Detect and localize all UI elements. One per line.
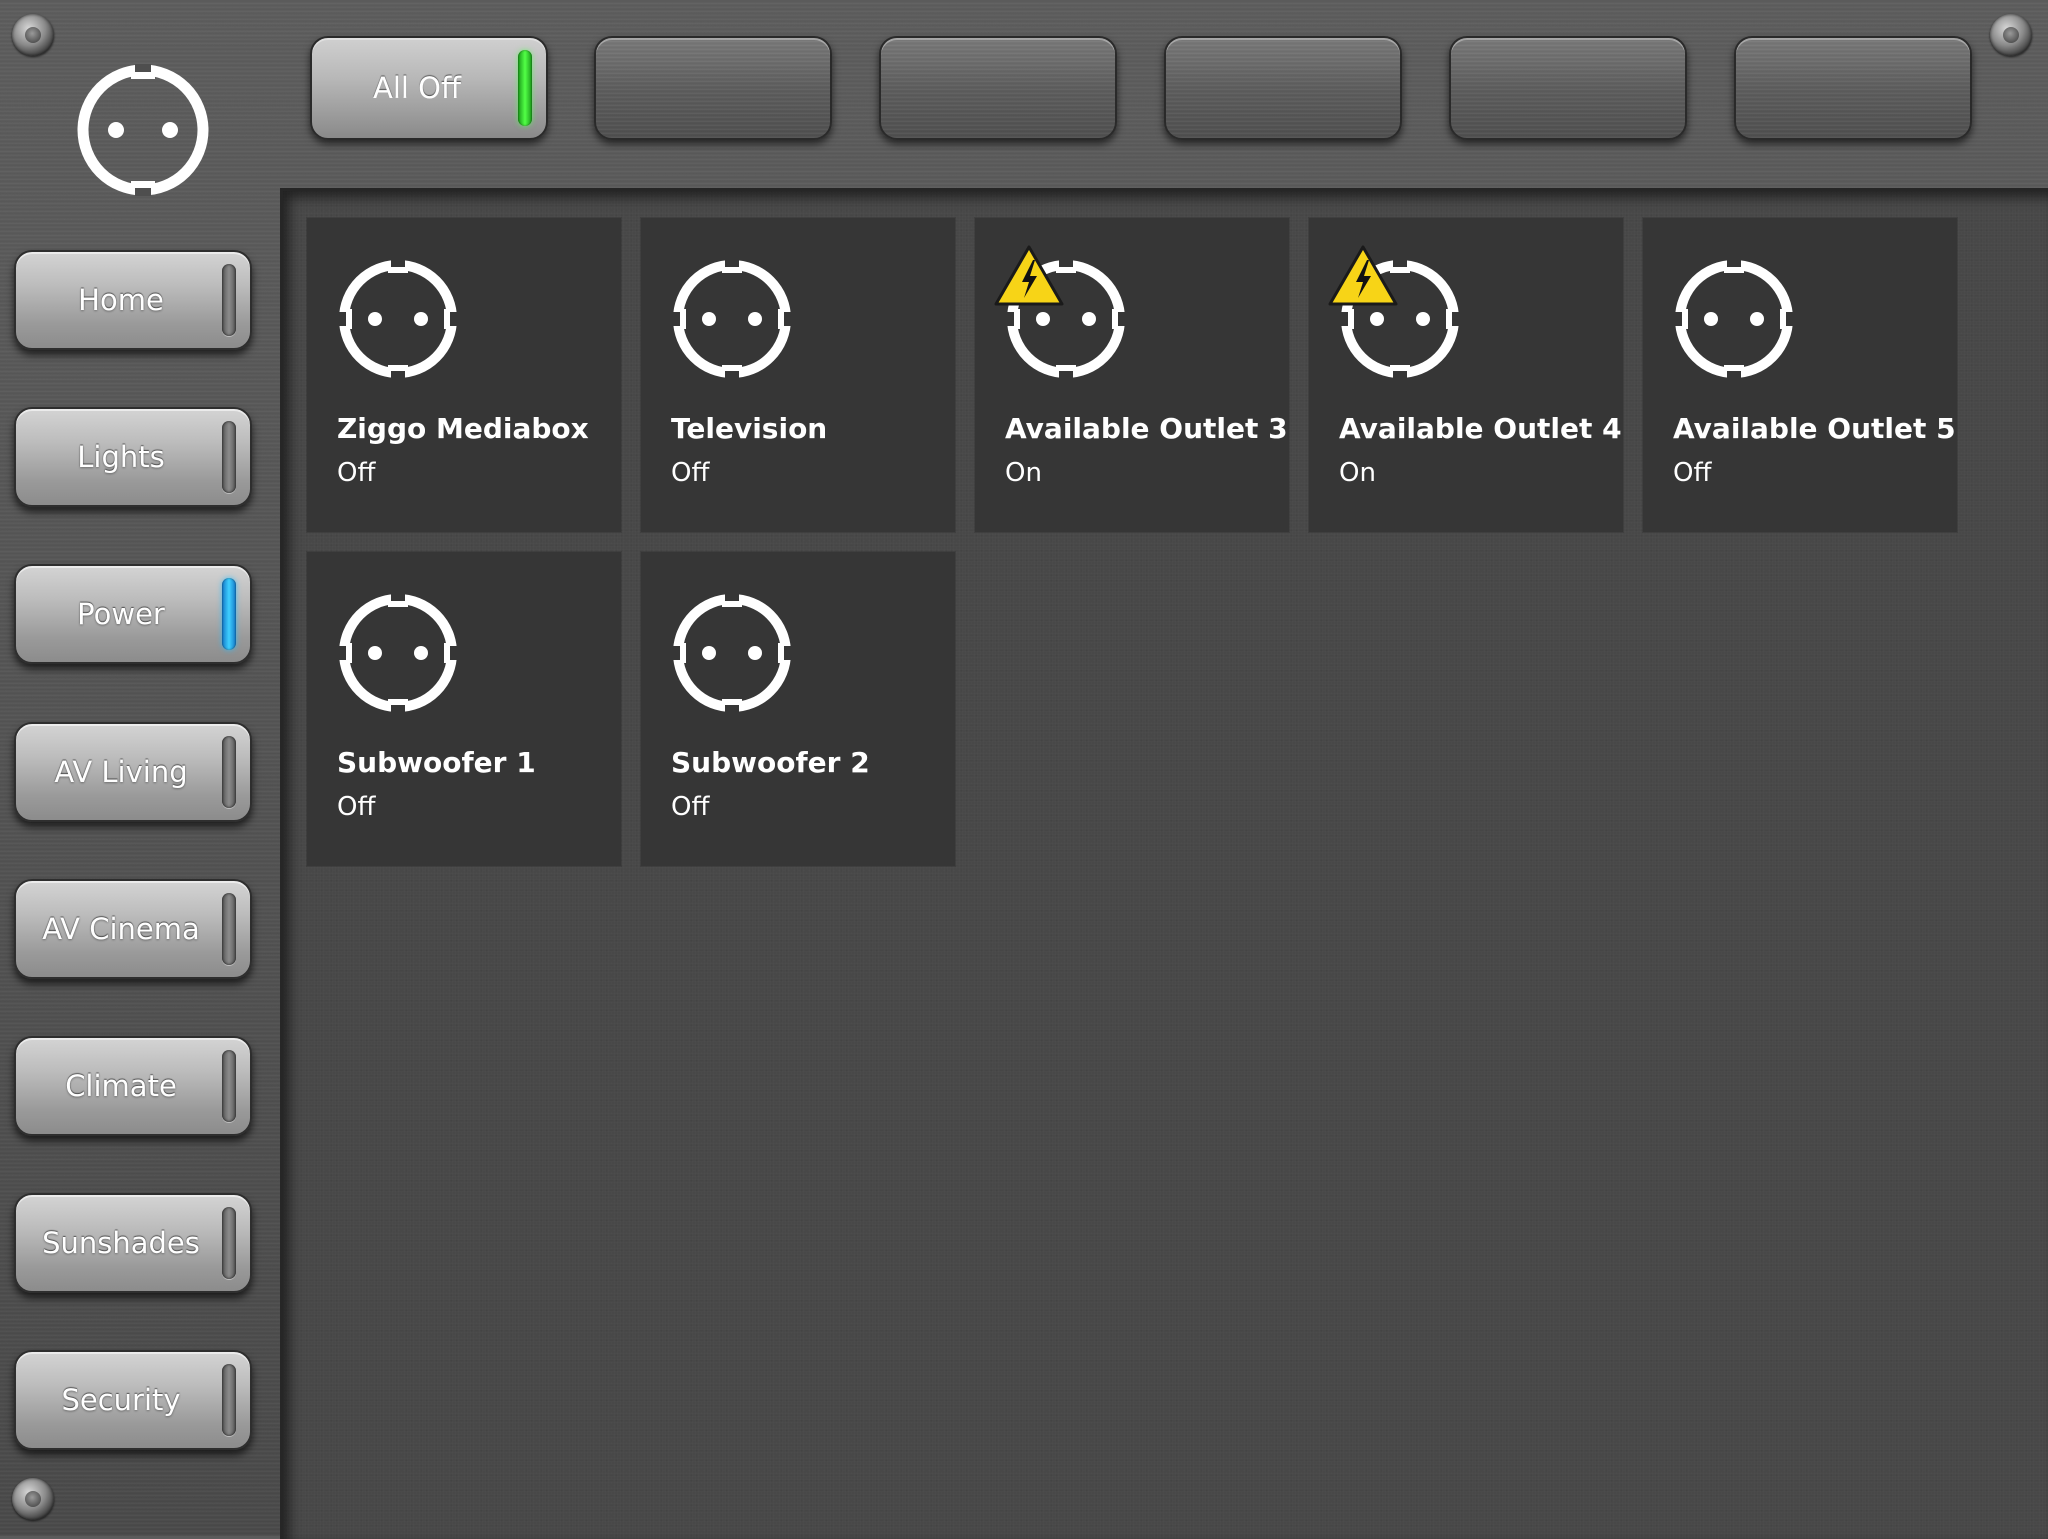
power-outlet-logo-icon: [71, 58, 215, 202]
sidebar-item-indicator: [222, 264, 236, 336]
top-button-4[interactable]: [1164, 36, 1402, 140]
power-outlet-icon: [1328, 245, 1463, 382]
sidebar-item-lights[interactable]: Lights: [14, 407, 252, 507]
power-outlet-icon: [335, 256, 461, 382]
sidebar-item-security[interactable]: Security: [14, 1350, 252, 1450]
sidebar-item-indicator: [222, 1207, 236, 1279]
all-off-label: All Off: [373, 71, 461, 105]
screw-top-right: [1990, 14, 2032, 56]
all-off-indicator: [518, 50, 532, 126]
top-button-2[interactable]: [594, 36, 832, 140]
top-button-5[interactable]: [1449, 36, 1687, 140]
sidebar-item-label: AV Cinema: [42, 912, 200, 946]
sidebar-item-active-indicator: [222, 578, 236, 650]
power-outlet-icon: [1671, 256, 1797, 382]
outlet-status: Off: [1673, 458, 1712, 488]
outlet-tile-subwoofer-1[interactable]: Subwoofer 1 Off: [307, 552, 621, 866]
outlet-name: Ziggo Mediabox: [337, 412, 589, 445]
sidebar-item-label: Climate: [65, 1069, 177, 1103]
outlet-tile-available-outlet-5[interactable]: Available Outlet 5 Off: [1643, 218, 1957, 532]
sidebar-item-label: Lights: [77, 440, 165, 474]
sidebar-item-indicator: [222, 736, 236, 808]
outlet-name: Available Outlet 5: [1673, 412, 1956, 445]
outlet-name: Available Outlet 4: [1339, 412, 1622, 445]
sidebar-item-label: Power: [77, 597, 165, 631]
outlet-tile-available-outlet-4[interactable]: Available Outlet 4 On: [1309, 218, 1623, 532]
top-button-3[interactable]: [879, 36, 1117, 140]
outlet-status: On: [1005, 458, 1042, 488]
outlet-status: Off: [337, 792, 376, 822]
sidebar-item-indicator: [222, 421, 236, 493]
sidebar-item-av-cinema[interactable]: AV Cinema: [14, 879, 252, 979]
sidebar-item-climate[interactable]: Climate: [14, 1036, 252, 1136]
sidebar-item-label: AV Living: [54, 755, 188, 789]
outlet-tile-subwoofer-2[interactable]: Subwoofer 2 Off: [641, 552, 955, 866]
outlet-name: Subwoofer 1: [337, 746, 536, 779]
outlet-status: Off: [671, 458, 710, 488]
sidebar-item-label: Security: [61, 1383, 181, 1417]
top-button-6[interactable]: [1734, 36, 1972, 140]
outlet-tile-available-outlet-3[interactable]: Available Outlet 3 On: [975, 218, 1289, 532]
outlet-name: Subwoofer 2: [671, 746, 870, 779]
high-voltage-warning-icon: [994, 245, 1064, 306]
sidebar-item-label: Home: [78, 283, 164, 317]
sidebar-item-av-living[interactable]: AV Living: [14, 722, 252, 822]
power-outlet-icon: [994, 245, 1129, 382]
sidebar-item-indicator: [222, 893, 236, 965]
outlet-name: Available Outlet 3: [1005, 412, 1288, 445]
sidebar-item-indicator: [222, 1050, 236, 1122]
power-outlet-icon: [669, 590, 795, 716]
power-outlet-icon: [335, 590, 461, 716]
outlet-status: Off: [337, 458, 376, 488]
sidebar-item-label: Sunshades: [42, 1226, 200, 1260]
outlet-status: On: [1339, 458, 1376, 488]
screw-top-left: [12, 14, 54, 56]
screw-bottom-left: [12, 1478, 54, 1520]
outlet-name: Television: [671, 412, 828, 445]
sidebar-item-power[interactable]: Power: [14, 564, 252, 664]
sidebar-item-indicator: [222, 1364, 236, 1436]
outlet-status: Off: [671, 792, 710, 822]
sidebar-item-sunshades[interactable]: Sunshades: [14, 1193, 252, 1293]
outlet-tile-television[interactable]: Television Off: [641, 218, 955, 532]
power-outlet-icon: [669, 256, 795, 382]
outlet-tile-ziggo-mediabox[interactable]: Ziggo Mediabox Off: [307, 218, 621, 532]
high-voltage-warning-icon: [1328, 245, 1398, 306]
sidebar-item-home[interactable]: Home: [14, 250, 252, 350]
all-off-button[interactable]: All Off: [310, 36, 548, 140]
